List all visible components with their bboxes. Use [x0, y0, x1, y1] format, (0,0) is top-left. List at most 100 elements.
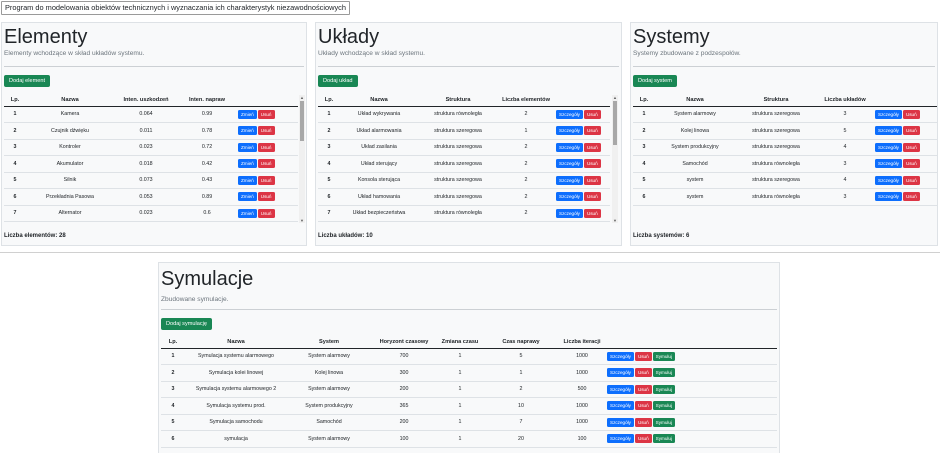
delete-button[interactable]: Usuń	[583, 109, 601, 119]
table-cell: 5	[318, 172, 340, 189]
details-button[interactable]: Szczegóły	[556, 142, 583, 152]
delete-button[interactable]: Usuń	[583, 142, 601, 152]
details-button[interactable]: Szczegóły	[556, 175, 583, 185]
uklady-table-scroll[interactable]: Lp. Nazwa Struktura Liczba elementów 1 Układ…	[318, 95, 610, 223]
simulate-button[interactable]: Symuluj	[652, 384, 676, 394]
delete-button[interactable]: Usuń	[583, 208, 601, 218]
table-row: 6 system struktura równoległa 3 Szczegóły Usu…	[633, 188, 937, 206]
elements-table-scroll[interactable]: Lp. Nazwa Inten. uszkodzeń Inten. napraw 1K…	[4, 95, 298, 223]
table-row: 2 Symulacja kolei linowej Kolej linowa 300 1…	[161, 364, 777, 382]
details-button[interactable]: Szczegóły	[875, 192, 902, 202]
uklady-scrollbar[interactable]: ▲ ▼	[612, 95, 618, 223]
edit-button[interactable]: Zmień	[238, 109, 257, 119]
edit-button[interactable]: Zmień	[238, 208, 257, 218]
delete-button[interactable]: Usuń	[257, 208, 275, 218]
table-cell: Symulacja systemu alarmowego	[185, 348, 287, 365]
delete-button[interactable]: Usuń	[902, 126, 920, 136]
table-cell: Symulacja samochodu	[185, 414, 287, 431]
elements-table: Lp. Nazwa Inten. uszkodzeń Inten. napraw 1K…	[4, 95, 298, 222]
details-button[interactable]: Szczegóły	[556, 192, 583, 202]
details-button[interactable]: Szczegóły	[607, 384, 634, 394]
delete-button[interactable]: Usuń	[634, 401, 652, 411]
delete-button[interactable]: Usuń	[257, 126, 275, 136]
table-cell: struktura szeregowa	[735, 172, 817, 189]
symulacje-title: Symulacje	[161, 268, 254, 290]
row-actions: Zmień Usuń	[236, 205, 298, 222]
table-cell: 0.053	[114, 188, 178, 206]
column-header: Inten. uszkodzeń	[114, 95, 178, 107]
column-header-actions	[605, 337, 777, 349]
add-element-button[interactable]: Dodaj element	[4, 75, 51, 87]
table-cell: struktura równoległa	[418, 106, 498, 123]
delete-button[interactable]: Usuń	[583, 175, 601, 185]
table-cell: 1	[437, 414, 483, 431]
table-cell: 1	[437, 397, 483, 415]
edit-button[interactable]: Zmień	[238, 159, 257, 169]
details-button[interactable]: Szczegóły	[556, 109, 583, 119]
delete-button[interactable]: Usuń	[583, 192, 601, 202]
delete-button[interactable]: Usuń	[257, 109, 275, 119]
edit-button[interactable]: Zmień	[238, 175, 257, 185]
details-button[interactable]: Szczegóły	[556, 159, 583, 169]
add-system-button[interactable]: Dodaj system	[633, 75, 677, 87]
details-button[interactable]: Szczegóły	[875, 126, 902, 136]
table-cell: 0.018	[114, 155, 178, 173]
table-cell: 0.89	[178, 188, 236, 206]
details-button[interactable]: Szczegóły	[607, 434, 634, 444]
details-button[interactable]: Szczegóły	[556, 208, 583, 218]
details-button[interactable]: Szczegóły	[607, 368, 634, 378]
table-cell: 2	[4, 122, 26, 140]
table-row: 6 symulacja System alarmowy 100 1 20 100 Szczeg…	[161, 430, 777, 448]
elements-scrollbar[interactable]: ▲ ▼	[299, 95, 305, 223]
details-button[interactable]: Szczegóły	[556, 126, 583, 136]
delete-button[interactable]: Usuń	[634, 368, 652, 378]
delete-button[interactable]: Usuń	[902, 192, 920, 202]
edit-button[interactable]: Zmień	[238, 192, 257, 202]
table-cell: Układ alarmowania	[340, 122, 418, 140]
table-cell: Układ bezpieczeństwa	[340, 205, 418, 222]
row-actions: Szczegóły Usuń	[554, 139, 610, 156]
simulate-button[interactable]: Symuluj	[652, 401, 676, 411]
simulate-button[interactable]: Symuluj	[652, 368, 676, 378]
simulate-button[interactable]: Symuluj	[652, 417, 676, 427]
details-button[interactable]: Szczegóły	[607, 401, 634, 411]
table-row: 5 system struktura szeregowa 4 Szczegóły Usuń	[633, 172, 937, 189]
delete-button[interactable]: Usuń	[634, 384, 652, 394]
column-header: Zmiana czasu	[437, 337, 483, 349]
edit-button[interactable]: Zmień	[238, 126, 257, 136]
table-cell: 2	[498, 188, 554, 206]
delete-button[interactable]: Usuń	[583, 126, 601, 136]
delete-button[interactable]: Usuń	[257, 192, 275, 202]
table-cell: Układ sterujący	[340, 155, 418, 173]
add-simulation-button[interactable]: Dodaj symulację	[161, 318, 213, 330]
delete-button[interactable]: Usuń	[257, 175, 275, 185]
add-uklad-button[interactable]: Dodaj układ	[318, 75, 358, 87]
row-actions: Zmień Usuń	[236, 106, 298, 123]
details-button[interactable]: Szczegóły	[875, 175, 902, 185]
delete-button[interactable]: Usuń	[902, 159, 920, 169]
delete-button[interactable]: Usuń	[257, 159, 275, 169]
delete-button[interactable]: Usuń	[902, 142, 920, 152]
edit-button[interactable]: Zmień	[238, 142, 257, 152]
delete-button[interactable]: Usuń	[634, 434, 652, 444]
details-button[interactable]: Szczegóły	[875, 109, 902, 119]
simulate-button[interactable]: Symuluj	[652, 434, 676, 444]
table-cell: Akumulator	[26, 155, 114, 173]
details-button[interactable]: Szczegóły	[607, 417, 634, 427]
delete-button[interactable]: Usuń	[257, 142, 275, 152]
delete-button[interactable]: Usuń	[583, 159, 601, 169]
delete-button[interactable]: Usuń	[902, 109, 920, 119]
details-button[interactable]: Szczegóły	[607, 351, 634, 361]
table-cell: 0.023	[114, 205, 178, 222]
delete-button[interactable]: Usuń	[902, 175, 920, 185]
table-cell: system	[655, 172, 735, 189]
details-button[interactable]: Szczegóły	[875, 142, 902, 152]
table-cell: 300	[371, 364, 437, 382]
row-actions: Zmień Usuń	[236, 155, 298, 173]
simulate-button[interactable]: Symuluj	[652, 351, 676, 361]
delete-button[interactable]: Usuń	[634, 351, 652, 361]
symulacje-subtitle: Zbudowane symulacje.	[161, 296, 229, 303]
systemy-card: Systemy Systemy zbudowane z podzespołów.…	[630, 22, 938, 246]
details-button[interactable]: Szczegóły	[875, 159, 902, 169]
delete-button[interactable]: Usuń	[634, 417, 652, 427]
